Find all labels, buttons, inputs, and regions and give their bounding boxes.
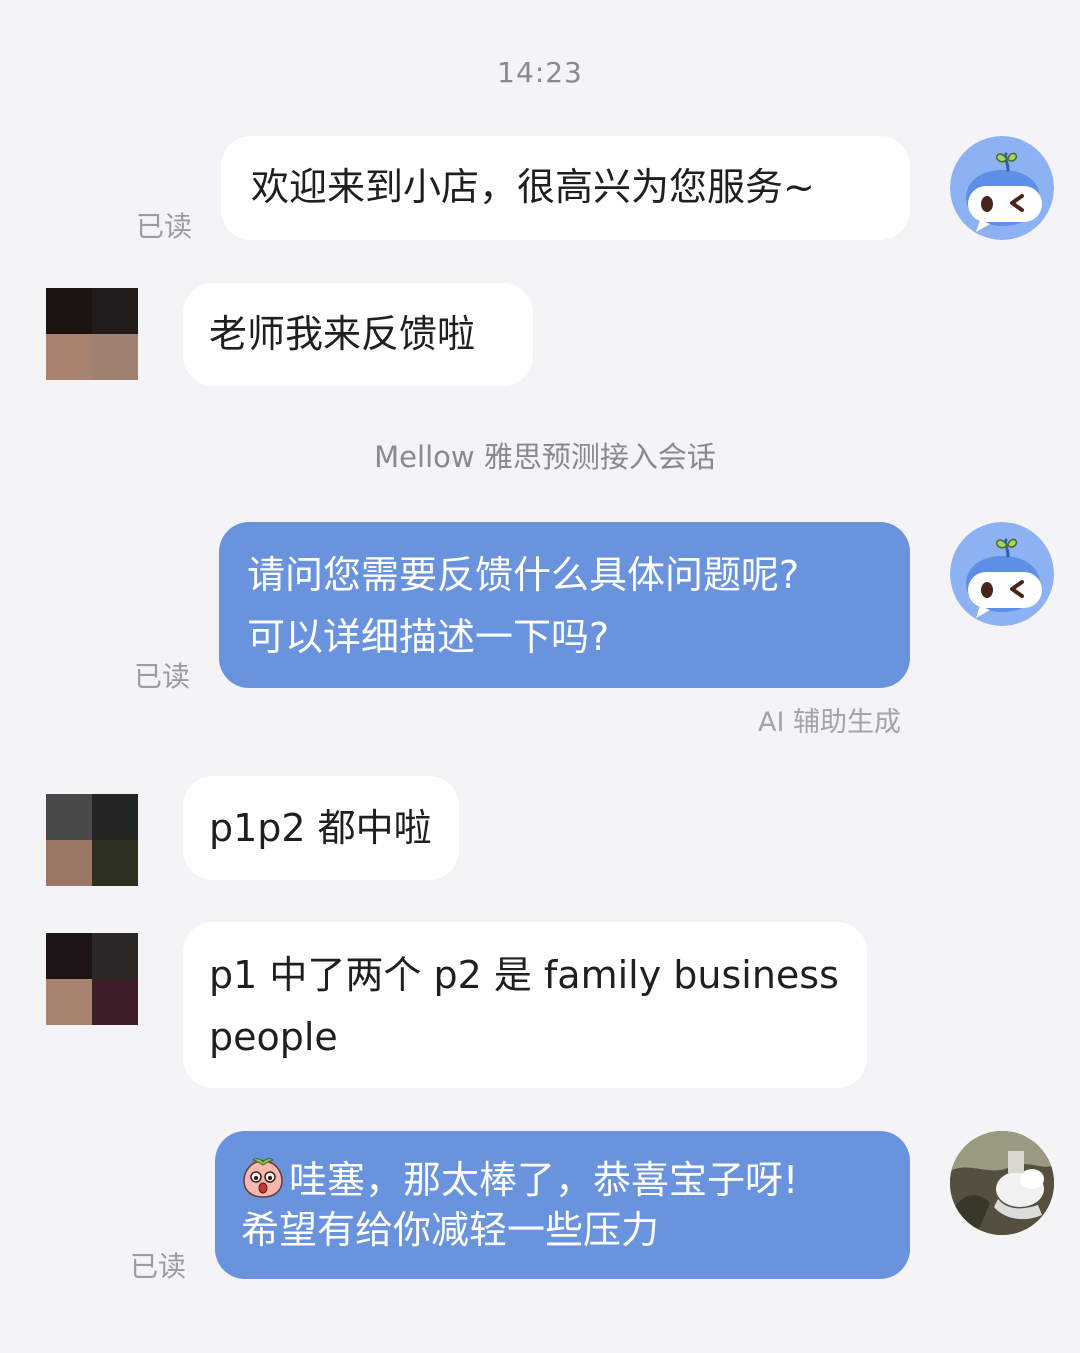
agent-photo-icon	[950, 1131, 1054, 1235]
message-text: 欢迎来到小店，很高兴为您服务~	[251, 165, 815, 209]
message-text: 哇塞，那太棒了，恭喜宝子呀!	[289, 1158, 799, 1202]
message-text-line: 请问您需要反馈什么具体问题呢?	[247, 553, 800, 597]
peach-face-icon	[243, 1158, 283, 1198]
system-note: Mellow 雅思预测接入会话	[374, 440, 716, 474]
bot-avatar[interactable]	[950, 136, 1054, 240]
read-receipt: 已读	[136, 210, 193, 243]
message-bubble[interactable]: 老师我来反馈啦	[183, 283, 533, 386]
user-avatar[interactable]	[46, 794, 138, 886]
agent-avatar[interactable]	[950, 1131, 1054, 1235]
message-text-line: 可以详细描述一下吗?	[247, 615, 610, 659]
message-text: 老师我来反馈啦	[209, 312, 476, 356]
user-avatar[interactable]	[46, 933, 138, 1025]
message-bubble[interactable]: 哇塞，那太棒了，恭喜宝子呀! 希望有给你减轻一些压力	[215, 1131, 910, 1279]
bot-mascot-icon	[950, 136, 1054, 240]
message-bubble[interactable]: p1p2 都中啦	[183, 776, 459, 880]
message-bubble[interactable]: p1 中了两个 p2 是 family business people	[183, 922, 867, 1088]
timestamp: 14:23	[497, 56, 583, 89]
message-text-line: people	[209, 1015, 338, 1059]
message-text: p1p2 都中啦	[209, 806, 432, 850]
ai-generated-note: AI 辅助生成	[758, 707, 902, 738]
message-text-line: p1 中了两个 p2 是 family business	[209, 953, 839, 997]
message-text-line: 哇塞，那太棒了，恭喜宝子呀!	[241, 1155, 884, 1205]
read-receipt: 已读	[130, 1250, 187, 1283]
message-bubble[interactable]: 欢迎来到小店，很高兴为您服务~	[221, 136, 910, 240]
user-avatar[interactable]	[46, 288, 138, 380]
read-receipt: 已读	[134, 660, 191, 693]
bot-mascot-icon	[950, 522, 1054, 626]
bot-avatar[interactable]	[950, 522, 1054, 626]
message-text-line: 希望有给你减轻一些压力	[241, 1208, 660, 1252]
message-bubble[interactable]: 请问您需要反馈什么具体问题呢? 可以详细描述一下吗?	[219, 522, 910, 688]
